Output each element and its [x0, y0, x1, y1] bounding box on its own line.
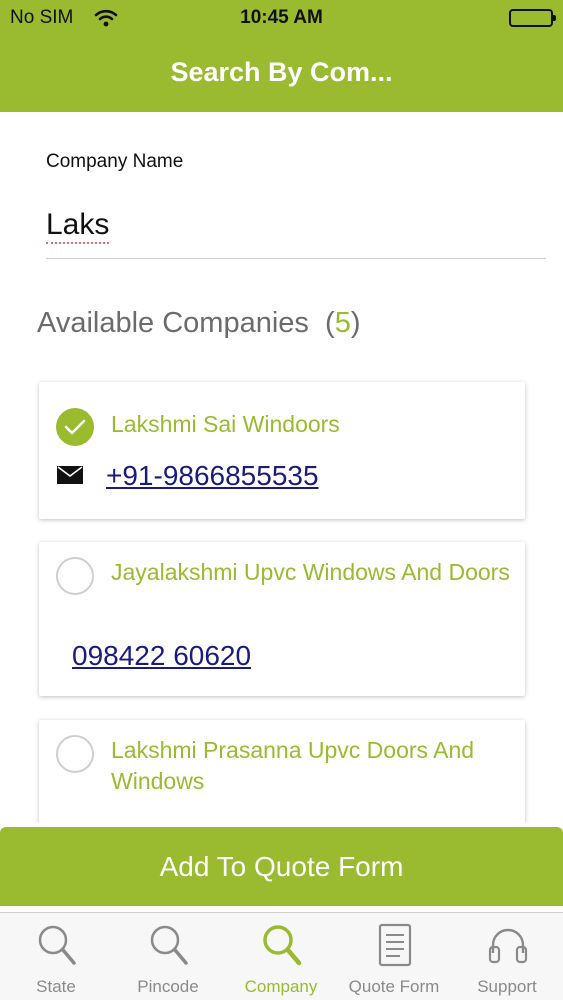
search-icon	[36, 923, 78, 967]
company-count: 5	[334, 307, 351, 339]
count-close-paren: )	[350, 307, 361, 339]
company-card[interactable]: Jayalakshmi Upvc Windows And Doors 09842…	[39, 542, 525, 696]
add-to-quote-form-button[interactable]: Add To Quote Form	[0, 827, 563, 906]
company-name[interactable]: Lakshmi Prasanna Upvc Doors And Windows	[111, 735, 511, 797]
radio-unselected-icon[interactable]	[56, 735, 94, 773]
battery-icon	[509, 9, 556, 27]
company-name-input[interactable]	[46, 200, 546, 259]
tab-state[interactable]: State	[0, 913, 112, 1000]
tab-label: Quote Form	[348, 977, 440, 996]
selected-check-icon[interactable]	[56, 408, 94, 446]
tab-label: Company	[244, 977, 318, 996]
count-open-paren: (	[325, 307, 335, 339]
mail-icon	[57, 466, 83, 489]
tab-label: State	[36, 977, 76, 996]
tab-company[interactable]: Company	[225, 913, 337, 1000]
tab-quote-form[interactable]: Quote Form	[338, 913, 450, 1000]
available-companies-heading: Available Companies (5)	[37, 307, 361, 340]
clock: 10:45 AM	[240, 7, 323, 28]
search-icon	[261, 923, 303, 967]
company-phone-link[interactable]: +91-9866855535	[106, 460, 319, 492]
company-list[interactable]: Lakshmi Sai Windoors +91-9866855535 Jaya…	[0, 370, 563, 822]
status-bar: No SIM 10:45 AM	[0, 0, 563, 36]
search-icon	[148, 923, 190, 967]
page-title: Search By Com...	[170, 57, 393, 87]
company-card[interactable]: Lakshmi Prasanna Upvc Doors And Windows	[39, 720, 525, 822]
tab-bar: State Pincode Company Quote Form Support	[0, 912, 563, 1000]
tab-label: Support	[477, 977, 537, 996]
document-icon	[374, 923, 416, 967]
company-phone-link[interactable]: 098422 60620	[72, 640, 251, 672]
company-name-value[interactable]: Laks	[46, 208, 110, 244]
company-card[interactable]: Lakshmi Sai Windoors +91-9866855535	[39, 382, 525, 519]
company-name[interactable]: Jayalakshmi Upvc Windows And Doors	[111, 557, 511, 588]
navigation-bar: Search By Com...	[0, 36, 563, 112]
tab-label: Pincode	[137, 977, 199, 996]
tab-pincode[interactable]: Pincode	[112, 913, 224, 1000]
tab-support[interactable]: Support	[451, 913, 563, 1000]
section-title-text: Available Companies	[37, 307, 309, 339]
company-name-label: Company Name	[46, 151, 184, 172]
headset-icon	[487, 923, 529, 967]
company-name[interactable]: Lakshmi Sai Windoors	[111, 409, 511, 440]
radio-unselected-icon[interactable]	[56, 557, 94, 595]
